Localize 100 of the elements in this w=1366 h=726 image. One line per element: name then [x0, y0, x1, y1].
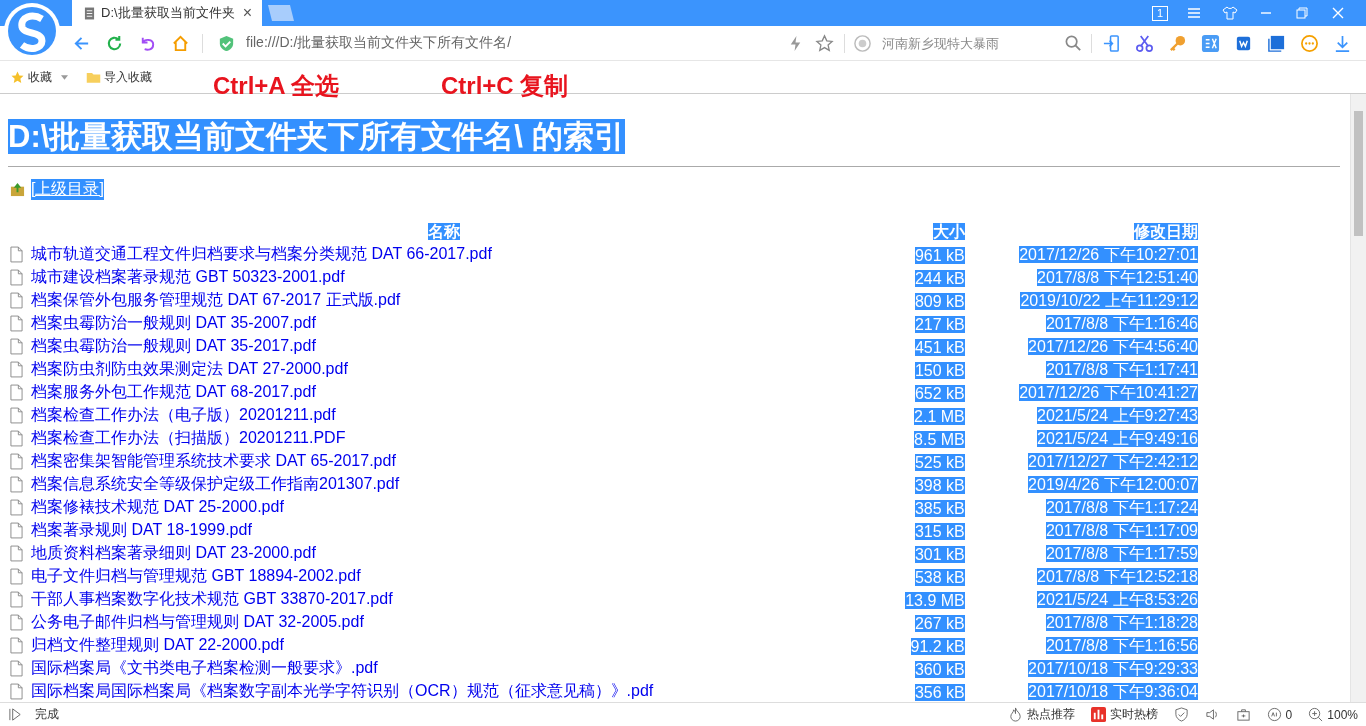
modified-date: 2021/5/24 上午9:49:16 [1037, 430, 1198, 447]
file-size: 8.5 MB [914, 430, 965, 448]
file-link[interactable]: 干部人事档案数字化技术规范 GBT 33870-2017.pdf [31, 589, 393, 610]
toolbox-icon[interactable] [1235, 707, 1251, 722]
key-icon[interactable] [1168, 33, 1187, 53]
tab-title: D:\批量获取当前文件夹 [101, 4, 236, 22]
zoom-in-icon [1308, 707, 1324, 722]
file-size: 13.9 MB [905, 591, 965, 609]
file-icon [10, 614, 23, 631]
file-icon [10, 683, 23, 700]
modified-date: 2017/8/8 下午1:16:46 [1045, 315, 1198, 332]
shield-icon [217, 33, 236, 53]
file-link[interactable]: 档案防虫剂防虫效果测定法 DAT 27-2000.pdf [31, 359, 348, 380]
window-icon[interactable] [1267, 33, 1286, 53]
file-link[interactable]: 公务电子邮件归档与管理规则 DAT 32-2005.pdf [31, 612, 364, 633]
file-link[interactable]: 归档文件整理规则 DAT 22-2000.pdf [31, 635, 284, 656]
scrollbar[interactable] [1350, 94, 1366, 702]
file-icon [10, 269, 23, 286]
file-size: 356 kB [914, 683, 965, 701]
ad-block-icon [1266, 707, 1282, 722]
more-icon[interactable] [1300, 33, 1319, 53]
home-icon[interactable] [171, 33, 190, 53]
search-field[interactable]: 河南新乡现特大暴雨 [880, 34, 1056, 52]
modified-date: 2017/8/8 下午1:17:41 [1045, 361, 1198, 378]
file-size: 538 kB [914, 568, 965, 586]
file-size: 267 kB [914, 614, 965, 632]
translate-icon[interactable] [1201, 33, 1220, 53]
menu-icon[interactable] [1186, 5, 1202, 21]
bookmark-item[interactable]: 导入收藏 [86, 68, 152, 86]
file-link[interactable]: 城市轨道交通工程文件归档要求与档案分类规范 DAT 66-2017.pdf [31, 244, 492, 265]
page-icon [84, 6, 95, 20]
modified-date: 2017/8/8 下午12:52:18 [1037, 568, 1198, 585]
ad-block-button[interactable]: 0 [1266, 707, 1293, 722]
new-tab-button[interactable] [266, 4, 296, 22]
file-size: 961 kB [914, 246, 965, 264]
file-link[interactable]: 档案修裱技术规范 DAT 25-2000.pdf [31, 497, 284, 518]
file-link[interactable]: 档案保管外包服务管理规范 DAT 67-2017 正式版.pdf [31, 290, 401, 311]
hot-list-button[interactable]: 实时热榜 [1090, 706, 1158, 723]
modified-date: 2019/4/26 下午12:00:07 [1028, 476, 1198, 493]
bar-chart-icon [1090, 707, 1106, 722]
file-icon [10, 499, 23, 516]
modified-date: 2017/12/26 下午10:27:01 [1019, 246, 1198, 263]
hot-recommend-button[interactable]: 热点推荐 [1007, 706, 1075, 723]
file-icon [10, 545, 23, 562]
file-icon [10, 591, 23, 608]
close-tab-button[interactable]: × [242, 4, 252, 22]
scissors-icon[interactable] [1135, 33, 1154, 53]
modified-date: 2017/8/8 下午12:51:40 [1037, 269, 1198, 286]
file-link[interactable]: 档案虫霉防治一般规则 DAT 35-2017.pdf [31, 336, 316, 357]
shield-icon[interactable] [1173, 707, 1189, 722]
caret-icon [61, 74, 68, 80]
file-icon [10, 361, 23, 378]
file-size: 398 kB [914, 476, 965, 494]
phone-sync-icon[interactable] [1102, 33, 1121, 53]
modified-date: 2017/12/26 下午4:56:40 [1028, 338, 1198, 355]
file-icon [10, 637, 23, 654]
modified-date: 2019/10/22 上午11:29:12 [1020, 292, 1198, 309]
file-link[interactable]: 国际档案局《文书类电子档案检测一般要求》.pdf [31, 658, 378, 679]
star-icon[interactable] [815, 33, 834, 53]
restore-icon[interactable] [1294, 5, 1310, 21]
shirt-icon[interactable] [1222, 5, 1238, 21]
file-link[interactable]: 地质资料档案著录细则 DAT 23-2000.pdf [31, 543, 316, 564]
file-link[interactable]: 国际档案局国际档案局《档案数字副本光学字符识别（OCR）规范（征求意见稿）》.pdf [31, 681, 654, 702]
file-icon [10, 384, 23, 401]
search-icon[interactable] [1064, 33, 1083, 53]
file-size: 2.1 MB [914, 407, 965, 425]
file-size: 451 kB [914, 338, 965, 356]
close-icon[interactable] [1330, 5, 1346, 21]
modified-date: 2017/12/27 下午2:42:12 [1028, 453, 1198, 470]
speaker-icon[interactable] [1204, 707, 1220, 722]
file-icon [10, 453, 23, 470]
file-link[interactable]: 档案密集架智能管理系统技术要求 DAT 65-2017.pdf [31, 451, 396, 472]
file-size: 315 kB [914, 522, 965, 540]
file-link[interactable]: 电子文件归档与管理规范 GBT 18894-2002.pdf [31, 566, 361, 587]
file-link[interactable]: 档案检查工作办法（电子版）20201211.pdf [31, 405, 336, 426]
modified-date: 2017/10/18 下午9:29:33 [1028, 660, 1198, 677]
file-link[interactable]: 档案虫霉防治一般规则 DAT 35-2007.pdf [31, 313, 316, 334]
modified-date: 2021/5/24 上午8:53:26 [1037, 591, 1198, 608]
address-field[interactable]: file:///D:/批量获取当前文件夹下所有文件名/ [213, 33, 776, 53]
modified-date: 2021/5/24 上午9:27:43 [1037, 407, 1198, 424]
page-heading: D:\批量获取当前文件夹下所有文件名\ 的索引 [8, 119, 625, 154]
file-link[interactable]: 城市建设档案著录规范 GBT 50323-2001.pdf [31, 267, 345, 288]
sidebar-toggle-icon[interactable] [8, 707, 23, 722]
file-link[interactable]: 档案著录规则 DAT 18-1999.pdf [31, 520, 252, 541]
file-icon [10, 476, 23, 493]
file-size: 91.2 kB [910, 637, 965, 655]
file-link[interactable]: 档案检查工作办法（扫描版）20201211.PDF [31, 428, 346, 449]
modified-date: 2017/10/18 下午9:36:04 [1028, 683, 1198, 700]
file-link[interactable]: 档案信息系统安全等级保护定级工作指南201307.pdf [31, 474, 400, 495]
file-icon [10, 568, 23, 585]
favorites-button[interactable]: 收藏 [10, 68, 68, 86]
file-icon [10, 430, 23, 447]
browser-tab[interactable]: D:\批量获取当前文件夹 × [72, 0, 262, 26]
file-icon [10, 338, 23, 355]
file-size: 150 kB [914, 361, 965, 379]
zoom-button[interactable]: 100% [1308, 707, 1358, 722]
file-size: 652 kB [914, 384, 965, 402]
download-icon[interactable] [1333, 33, 1352, 53]
file-link[interactable]: 档案服务外包工作规范 DAT 68-2017.pdf [31, 382, 316, 403]
refresh-icon[interactable] [105, 33, 124, 53]
